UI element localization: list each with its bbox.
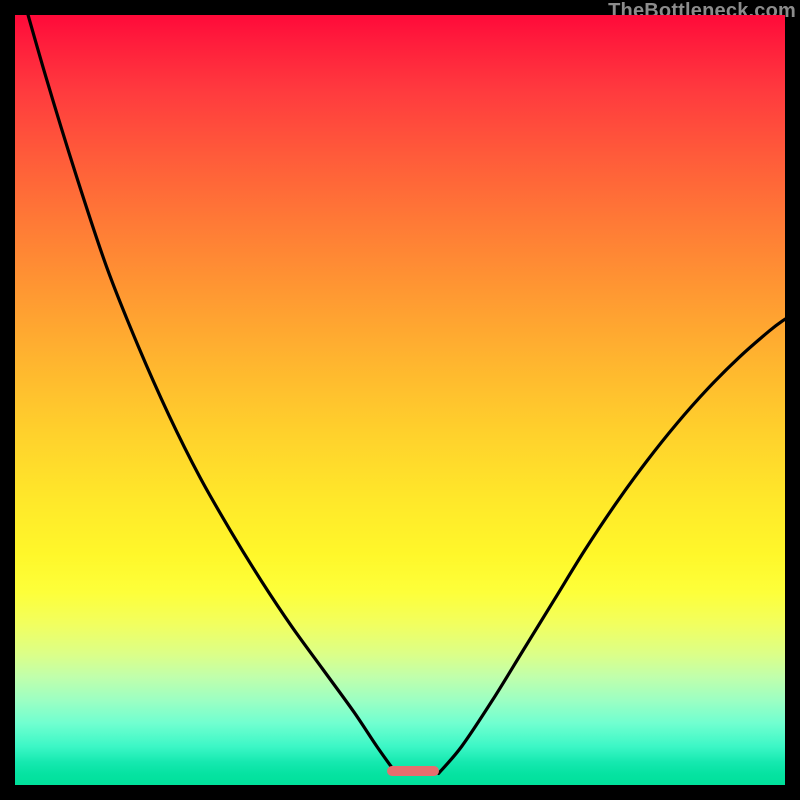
curve-svg [15, 15, 785, 785]
curve-left [15, 15, 396, 773]
curve-right [439, 319, 786, 773]
plot-area [15, 15, 785, 785]
bottleneck-marker [387, 766, 439, 776]
chart-frame: TheBottleneck.com [0, 0, 800, 800]
